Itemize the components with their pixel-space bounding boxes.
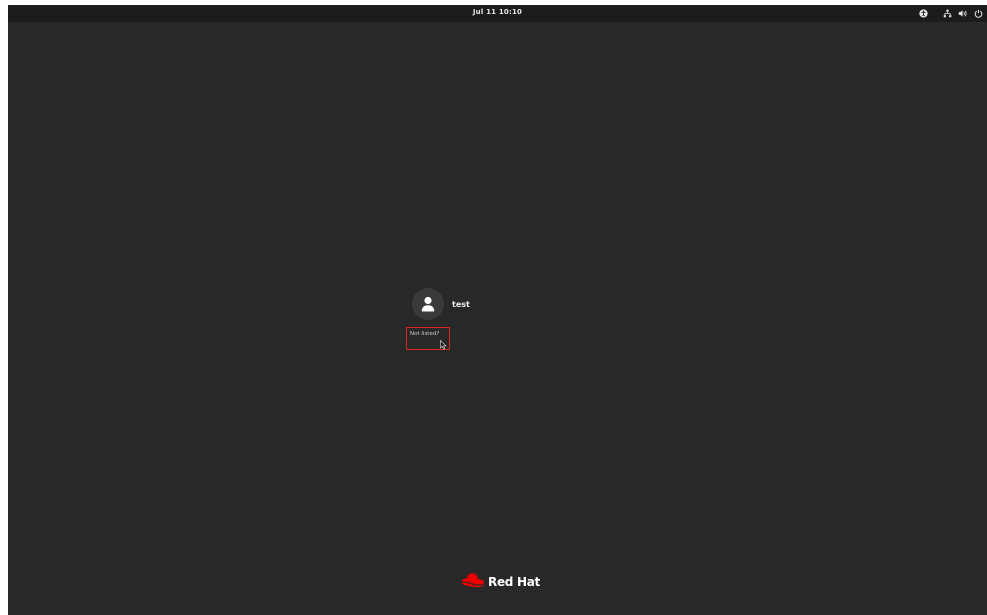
- clock-label[interactable]: Jul 11 10:10: [8, 8, 987, 16]
- accessibility-icon: [919, 9, 928, 18]
- accessibility-menu[interactable]: [919, 8, 928, 19]
- network-icon: [943, 9, 952, 18]
- user-list-item[interactable]: test: [412, 288, 470, 320]
- mouse-pointer-icon: [440, 335, 447, 354]
- power-icon: [974, 9, 983, 18]
- volume-icon: [958, 9, 968, 18]
- system-menu[interactable]: [943, 8, 983, 19]
- logo-text: Red Hat: [488, 575, 540, 589]
- not-listed-button[interactable]: Not listed?: [406, 327, 450, 350]
- user-avatar-icon: [412, 288, 444, 320]
- login-screen: Jul 11 10:10 test Not listed? Red Hat: [8, 5, 987, 615]
- user-name-label: test: [452, 299, 470, 309]
- red-hat-fedora-icon: [459, 572, 486, 592]
- top-bar: Jul 11 10:10: [8, 5, 987, 22]
- red-hat-logo: Red Hat: [459, 572, 540, 592]
- not-listed-label: Not listed?: [410, 331, 440, 337]
